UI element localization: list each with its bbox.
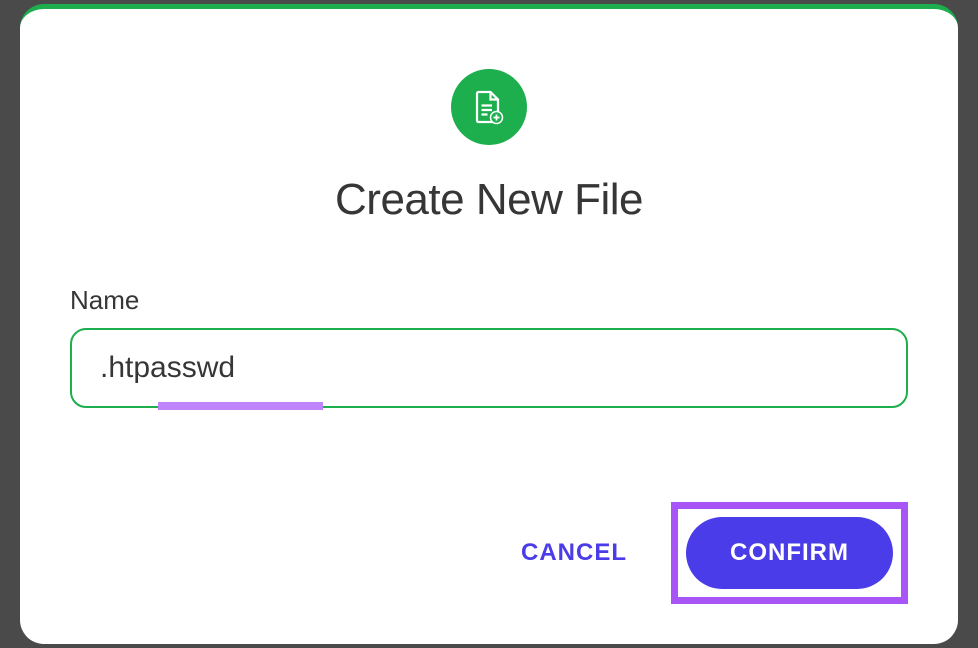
button-row: CANCEL CONFIRM — [70, 442, 908, 604]
file-add-icon — [451, 69, 527, 145]
name-input-wrapper — [70, 328, 908, 408]
cancel-button[interactable]: CANCEL — [497, 521, 651, 585]
create-file-modal: Create New File Name CANCEL CONFIRM — [20, 4, 958, 644]
modal-title: Create New File — [70, 175, 908, 225]
confirm-button[interactable]: CONFIRM — [686, 517, 893, 589]
confirm-highlight-box: CONFIRM — [671, 502, 908, 604]
input-highlight — [158, 402, 323, 410]
name-label: Name — [70, 285, 908, 316]
name-input[interactable] — [70, 328, 908, 408]
